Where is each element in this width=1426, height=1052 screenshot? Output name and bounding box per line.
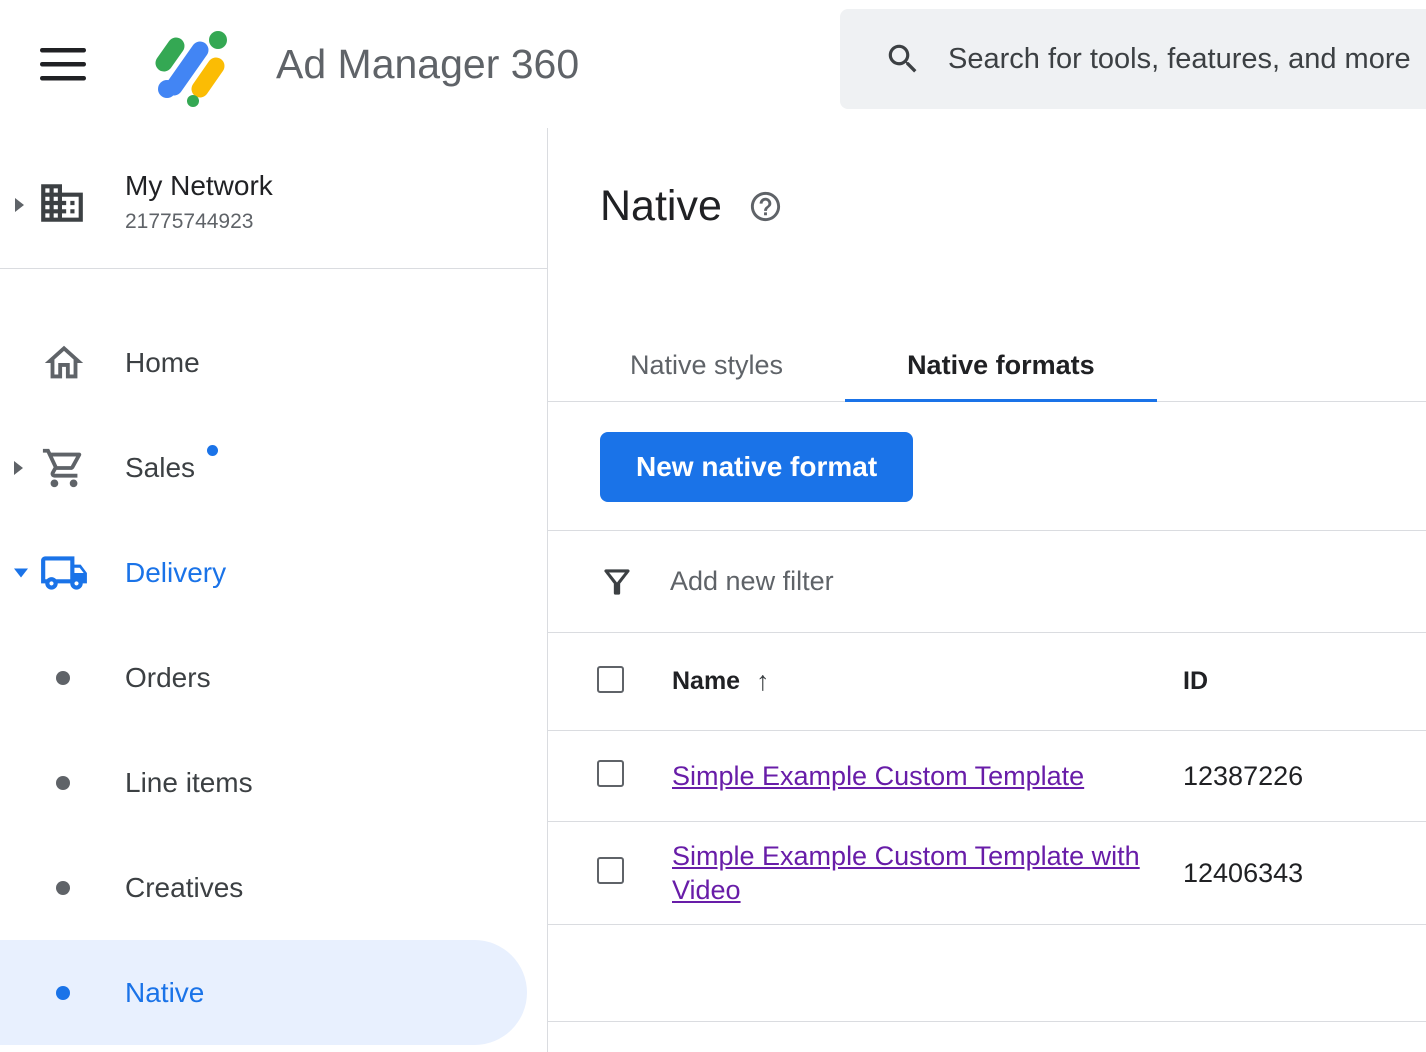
main-content: Native Native styles Native formats New … xyxy=(548,128,1426,1052)
ad-manager-logo-icon xyxy=(148,21,238,107)
sidebar-divider xyxy=(0,268,547,269)
bullet-icon xyxy=(56,671,70,685)
help-icon[interactable] xyxy=(748,189,783,224)
network-id: 21775744923 xyxy=(125,210,253,234)
tab-native-styles[interactable]: Native styles xyxy=(568,330,845,401)
column-header-id[interactable]: ID xyxy=(1183,667,1426,696)
caret-right-icon[interactable] xyxy=(12,459,25,477)
table-header-row: Name ↑ ID xyxy=(548,633,1426,731)
network-building-icon xyxy=(37,178,87,233)
page-title: Native xyxy=(600,182,722,231)
filter-bar[interactable]: Add new filter xyxy=(548,531,1426,633)
column-header-name[interactable]: Name xyxy=(672,667,740,696)
network-selector[interactable]: My Network 21775744923 xyxy=(0,170,547,268)
topbar: Ad Manager 360 xyxy=(0,0,1426,128)
caret-down-icon[interactable] xyxy=(12,566,30,579)
row-id: 12406343 xyxy=(1183,858,1426,889)
search-input[interactable] xyxy=(948,43,1426,76)
sidebar-item-native[interactable]: Native xyxy=(0,940,527,1045)
sidebar-nav: Home Sales Delivery Orders xyxy=(0,310,547,1045)
row-checkbox[interactable] xyxy=(597,857,624,884)
table-row: Simple Example Custom Template with Vide… xyxy=(548,822,1426,925)
search-bar[interactable] xyxy=(840,9,1426,109)
row-checkbox[interactable] xyxy=(597,760,624,787)
tab-bar: Native styles Native formats xyxy=(548,330,1426,402)
select-all-checkbox[interactable] xyxy=(597,666,624,693)
table-empty-row xyxy=(548,925,1426,1022)
table-row: Simple Example Custom Template 12387226 xyxy=(548,731,1426,822)
menu-button[interactable] xyxy=(40,47,86,81)
sidebar: My Network 21775744923 Home Sales xyxy=(0,128,548,1052)
row-id: 12387226 xyxy=(1183,761,1426,792)
sidebar-item-line-items[interactable]: Line items xyxy=(0,730,547,835)
network-name: My Network xyxy=(125,170,273,202)
cart-icon xyxy=(39,445,89,491)
sidebar-item-orders[interactable]: Orders xyxy=(0,625,547,730)
filter-funnel-icon xyxy=(598,563,636,601)
sidebar-item-label: Delivery xyxy=(125,557,226,589)
sidebar-item-label: Creatives xyxy=(125,872,243,904)
sidebar-item-sales[interactable]: Sales xyxy=(0,415,547,520)
hamburger-icon xyxy=(40,47,86,81)
bullet-icon xyxy=(56,881,70,895)
sidebar-item-home[interactable]: Home xyxy=(0,310,547,415)
sidebar-item-label: Sales xyxy=(125,452,195,484)
home-icon xyxy=(39,340,89,386)
add-filter-label: Add new filter xyxy=(670,566,834,597)
tab-native-formats[interactable]: Native formats xyxy=(845,330,1157,401)
sidebar-item-label: Orders xyxy=(125,662,211,694)
sidebar-item-creatives[interactable]: Creatives xyxy=(0,835,547,940)
truck-icon xyxy=(39,548,89,598)
sidebar-item-label: Line items xyxy=(125,767,253,799)
bullet-icon xyxy=(56,776,70,790)
caret-right-icon xyxy=(13,196,26,219)
new-native-format-button[interactable]: New native format xyxy=(600,432,913,502)
native-format-link[interactable]: Simple Example Custom Template with Vide… xyxy=(672,839,1147,907)
notification-dot xyxy=(207,445,218,456)
sidebar-item-label: Home xyxy=(125,347,200,379)
native-format-link[interactable]: Simple Example Custom Template xyxy=(672,759,1084,793)
sidebar-item-delivery[interactable]: Delivery xyxy=(0,520,547,625)
sort-ascending-icon[interactable]: ↑ xyxy=(756,666,770,697)
sidebar-item-label: Native xyxy=(125,977,204,1009)
bullet-icon xyxy=(56,986,70,1000)
search-icon xyxy=(884,40,922,78)
app-title: Ad Manager 360 xyxy=(276,41,579,88)
